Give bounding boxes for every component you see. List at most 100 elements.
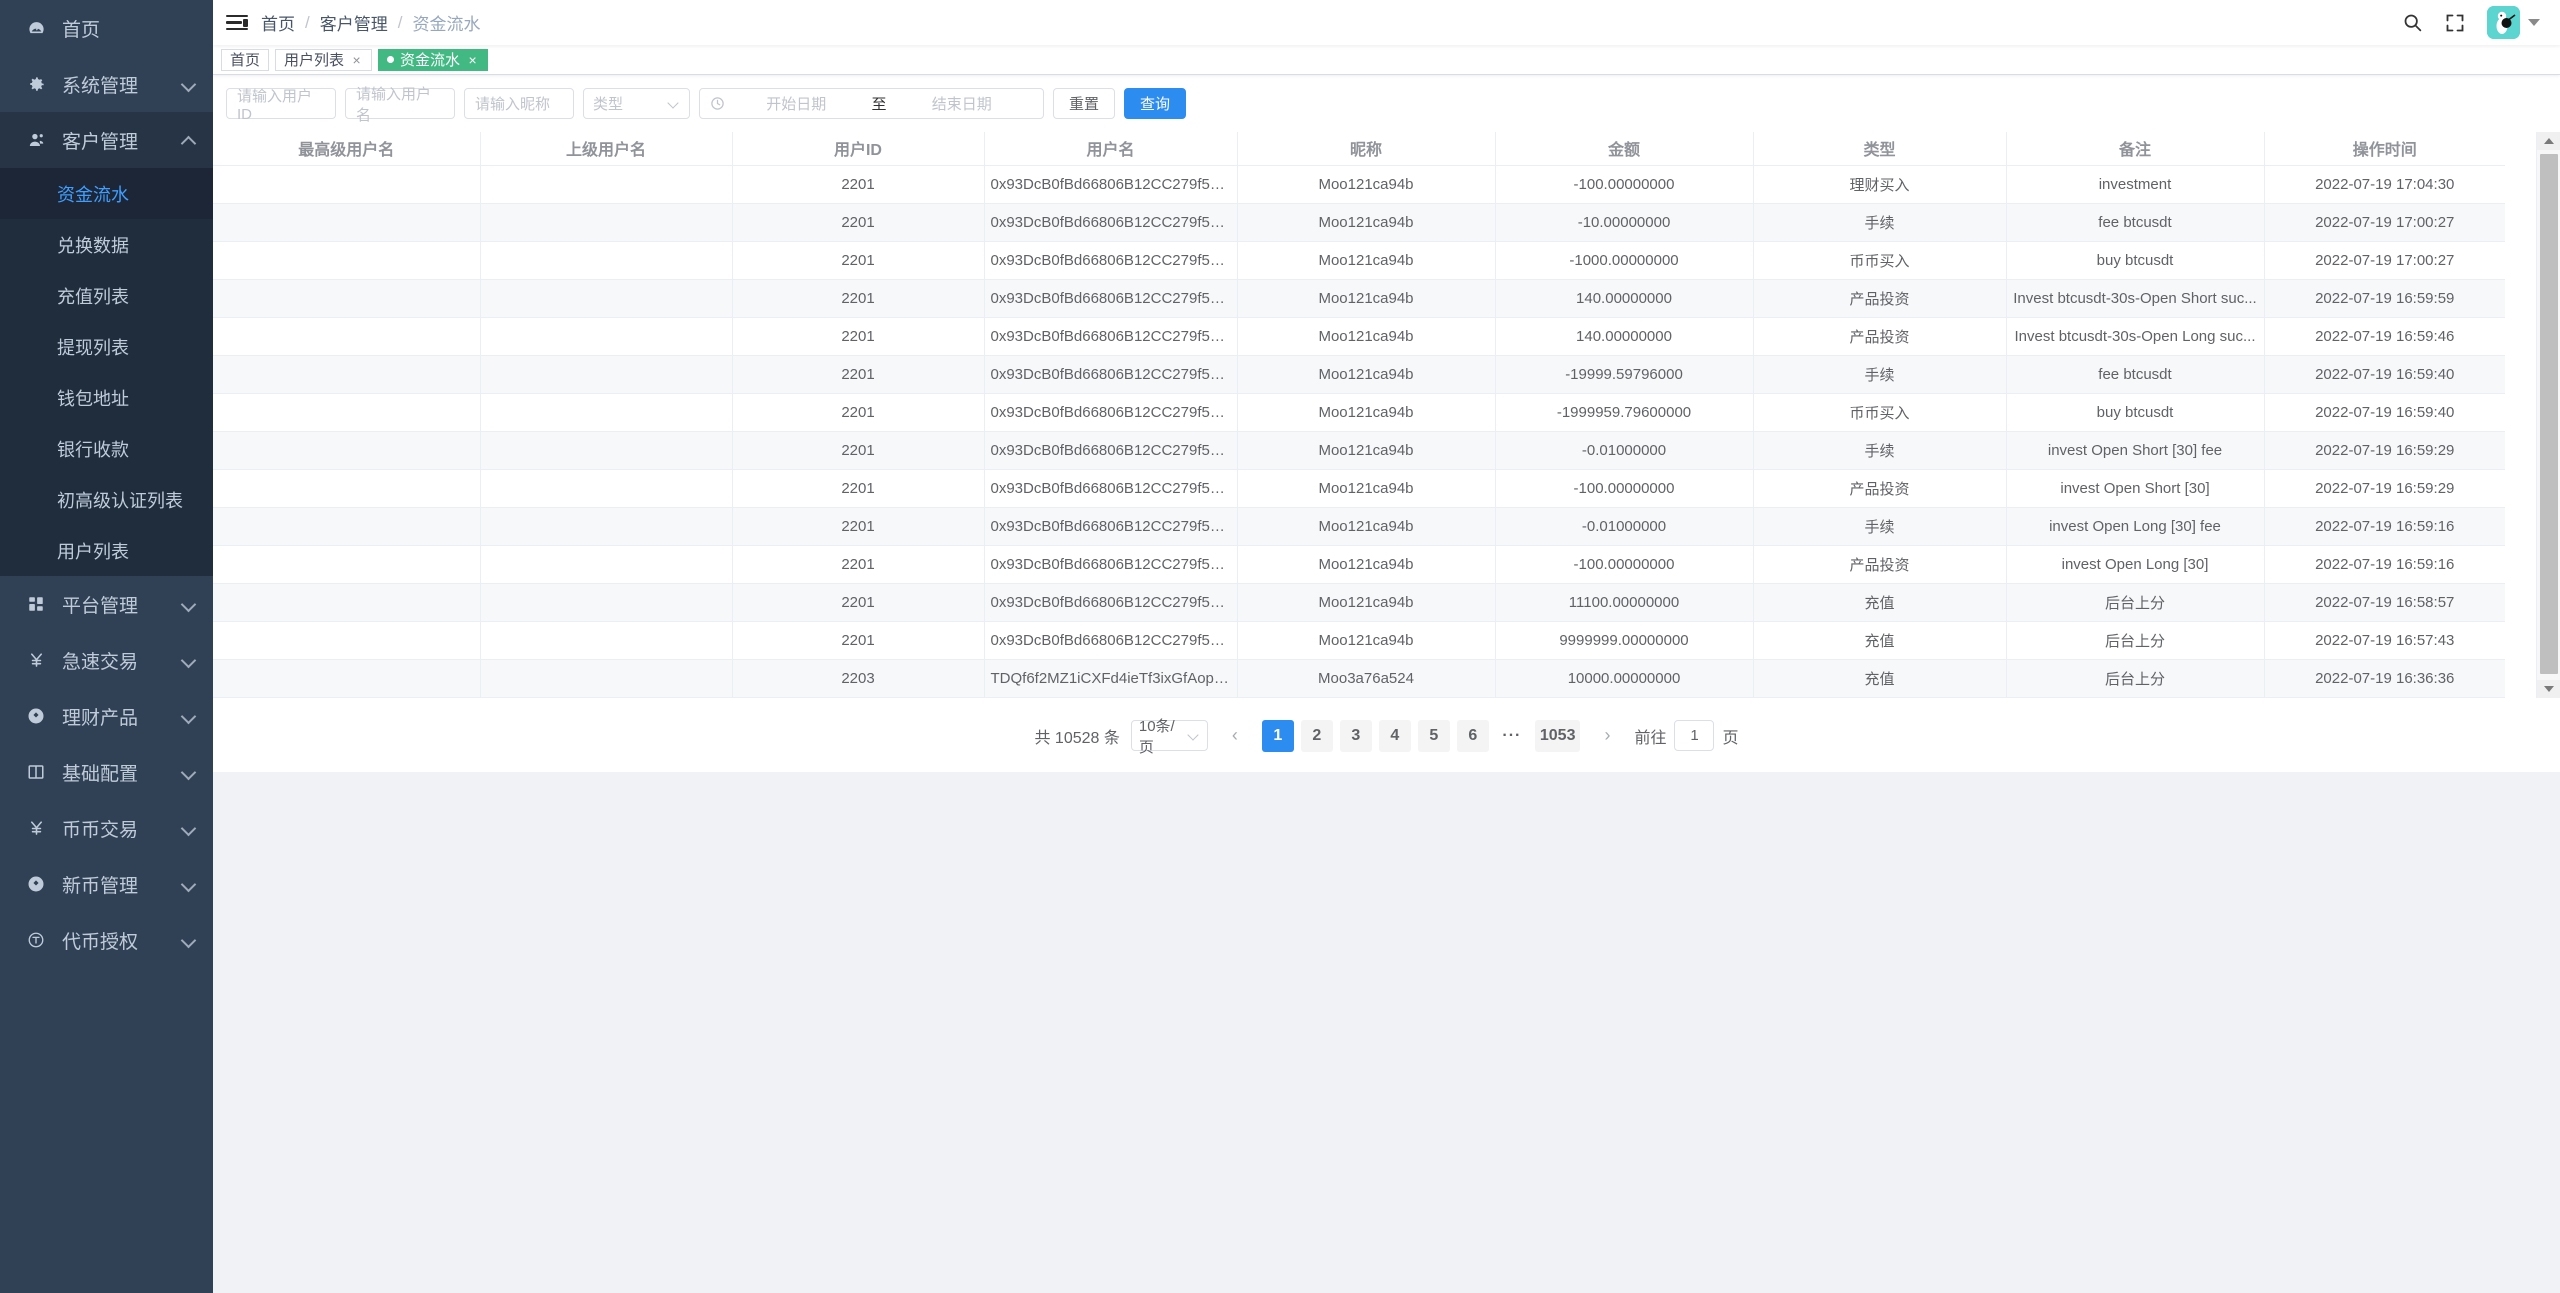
sidebar-item-system[interactable]: 系统管理 (0, 56, 213, 112)
search-input-nickname[interactable]: 请输入昵称 (464, 88, 574, 119)
hamburger-icon[interactable] (213, 14, 261, 31)
sidebar-item-user-list[interactable]: 用户列表 (0, 525, 213, 576)
page-button-3[interactable]: 3 (1339, 719, 1372, 752)
search-input-username[interactable]: 请输入用户名 (345, 86, 455, 124)
fullscreen-icon[interactable] (2445, 13, 2465, 33)
close-icon[interactable]: × (350, 53, 363, 67)
cell-amount: 11100.00000000 (1495, 583, 1754, 622)
sidebar-item-bank-receipt[interactable]: 银行收款 (0, 423, 213, 474)
table-vertical-scrollbar[interactable] (2536, 132, 2560, 698)
column-header-amount[interactable]: 金额 (1495, 132, 1754, 166)
cell-user-id: 2203 (732, 659, 985, 698)
search-icon[interactable] (2402, 12, 2423, 33)
table-row[interactable]: 2201 0x93DcB0fBd66806B12CC279f5d... Moo121… (213, 279, 2505, 318)
search-button[interactable]: 查询 (1124, 88, 1187, 119)
tab-home[interactable]: 首页 (221, 48, 270, 71)
table-row[interactable]: 2203 TDQf6f2MZ1iCXFd4ieTf3ixGfAop4... Moo3… (213, 659, 2505, 698)
tab-fund-flow[interactable]: 资金流水 × (378, 48, 489, 71)
cell-type: 充值 (1753, 659, 2007, 698)
table-row[interactable]: 2201 0x93DcB0fBd66806B12CC279f5d... Moo121… (213, 203, 2505, 242)
sidebar-item-exchange-data[interactable]: 兑换数据 (0, 219, 213, 270)
column-header-username[interactable]: 用户名 (984, 132, 1238, 166)
page-button-4[interactable]: 4 (1378, 719, 1411, 752)
page-ellipsis[interactable]: ··· (1496, 720, 1528, 752)
sidebar-item-platform[interactable]: 平台管理 (0, 576, 213, 632)
table-row[interactable]: 2201 0x93DcB0fBd66806B12CC279f5d... Moo121… (213, 393, 2505, 432)
page-size-label: 10条/页 (1138, 717, 1175, 756)
table-row[interactable]: 2201 0x93DcB0fBd66806B12CC279f5d... Moo121… (213, 621, 2505, 660)
table-header-row: 最高级用户名 上级用户名 用户ID 用户名 昵称 金额 类型 备注 操作时间 (213, 132, 2505, 166)
cell-top-username (213, 659, 481, 698)
column-header-top-username[interactable]: 最高级用户名 (213, 132, 481, 166)
sidebar-item-fast-trade[interactable]: 急速交易 (0, 632, 213, 688)
sidebar-item-certification-list[interactable]: 初高级认证列表 (0, 474, 213, 525)
page-button-last[interactable]: 1053 (1534, 719, 1581, 752)
sidebar-item-withdraw-list[interactable]: 提现列表 (0, 321, 213, 372)
sidebar-item-coin-trade[interactable]: 币币交易 (0, 800, 213, 856)
sidebar-item-recharge-list[interactable]: 充值列表 (0, 270, 213, 321)
start-date-field[interactable]: 开始日期 (725, 93, 868, 114)
tab-label: 首页 (230, 52, 261, 69)
page-size-select[interactable]: 10条/页 (1130, 718, 1208, 756)
table-row[interactable]: 2201 0x93DcB0fBd66806B12CC279f5d... Moo121… (213, 431, 2505, 470)
cell-remark: 后台上分 (2006, 583, 2265, 622)
table-row[interactable]: 2201 0x93DcB0fBd66806B12CC279f5d... Moo121… (213, 355, 2505, 394)
cell-amount: -1999959.79600000 (1495, 393, 1754, 432)
cell-amount: 140.00000000 (1495, 279, 1754, 318)
breadcrumb-separator: / (397, 12, 403, 32)
end-date-field[interactable]: 结束日期 (891, 93, 1034, 114)
column-header-type[interactable]: 类型 (1753, 132, 2007, 166)
table-row[interactable]: 2201 0x93DcB0fBd66806B12CC279f5d... Moo121… (213, 469, 2505, 508)
pagination: 共 10528 条 10条/页 ‹ 1 2 3 4 5 6 ··· 1053 ›… (213, 698, 2560, 772)
chevron-down-icon (181, 876, 197, 892)
scrollbar-thumb[interactable] (2540, 154, 2558, 674)
sidebar-item-basic-config[interactable]: 基础配置 (0, 744, 213, 800)
breadcrumb-item-customer[interactable]: 客户管理 (320, 10, 388, 35)
table-row[interactable]: 2201 0x93DcB0fBd66806B12CC279f5d... Moo121… (213, 241, 2505, 280)
column-header-nickname[interactable]: 昵称 (1237, 132, 1496, 166)
column-header-remark[interactable]: 备注 (2006, 132, 2265, 166)
sidebar-item-fund-flow[interactable]: 资金流水 (0, 168, 213, 219)
page-button-5[interactable]: 5 (1417, 719, 1450, 752)
sidebar-item-finance-product[interactable]: 理财产品 (0, 688, 213, 744)
cell-parent-username (480, 583, 733, 622)
sidebar-item-token-auth[interactable]: 代币授权 (0, 912, 213, 968)
tab-user-list[interactable]: 用户列表 × (275, 48, 373, 71)
close-icon[interactable]: × (466, 53, 479, 67)
table-row[interactable]: 2201 0x93DcB0fBd66806B12CC279f5d... Moo121… (213, 317, 2505, 356)
coin-icon (22, 707, 50, 725)
scroll-down-button[interactable] (2537, 679, 2560, 698)
page-button-2[interactable]: 2 (1300, 719, 1333, 752)
jump-suffix-label: 页 (1722, 729, 1739, 747)
prev-page-button[interactable]: ‹ (1219, 720, 1251, 752)
sidebar-item-wallet-address[interactable]: 钱包地址 (0, 372, 213, 423)
cell-user-id: 2201 (732, 507, 985, 546)
sidebar-item-home[interactable]: 首页 (0, 0, 213, 56)
page-button-1[interactable]: 1 (1261, 719, 1294, 752)
cell-user-id: 2201 (732, 279, 985, 318)
chevron-down-icon (668, 98, 680, 110)
scroll-up-button[interactable] (2537, 132, 2560, 150)
column-header-user-id[interactable]: 用户ID (732, 132, 985, 166)
cell-top-username (213, 241, 481, 280)
type-select[interactable]: 类型 (583, 88, 690, 119)
cell-top-username (213, 469, 481, 508)
sidebar-item-label: 代币授权 (62, 931, 139, 953)
breadcrumb-item-home[interactable]: 首页 (261, 10, 295, 35)
search-input-userid[interactable]: 请输入用户ID (226, 88, 336, 123)
column-header-time[interactable]: 操作时间 (2264, 132, 2505, 166)
avatar-menu[interactable] (2487, 6, 2540, 39)
table-row[interactable]: 2201 0x93DcB0fBd66806B12CC279f5d... Moo121… (213, 583, 2505, 622)
sidebar-item-customer[interactable]: 客户管理 (0, 112, 213, 168)
table-row[interactable]: 2201 0x93DcB0fBd66806B12CC279f5d... Moo121… (213, 165, 2505, 204)
table-row[interactable]: 2201 0x93DcB0fBd66806B12CC279f5d... Moo121… (213, 507, 2505, 546)
page-button-6[interactable]: 6 (1456, 719, 1489, 752)
cell-parent-username (480, 165, 733, 204)
jump-page-input[interactable]: 1 (1674, 720, 1715, 751)
date-range-picker[interactable]: 开始日期 至 结束日期 (699, 88, 1044, 119)
reset-button[interactable]: 重置 (1053, 88, 1116, 119)
column-header-parent-username[interactable]: 上级用户名 (480, 132, 733, 166)
next-page-button[interactable]: › (1591, 720, 1623, 752)
sidebar-item-new-coin[interactable]: 新币管理 (0, 856, 213, 912)
table-row[interactable]: 2201 0x93DcB0fBd66806B12CC279f5d... Moo121… (213, 545, 2505, 584)
